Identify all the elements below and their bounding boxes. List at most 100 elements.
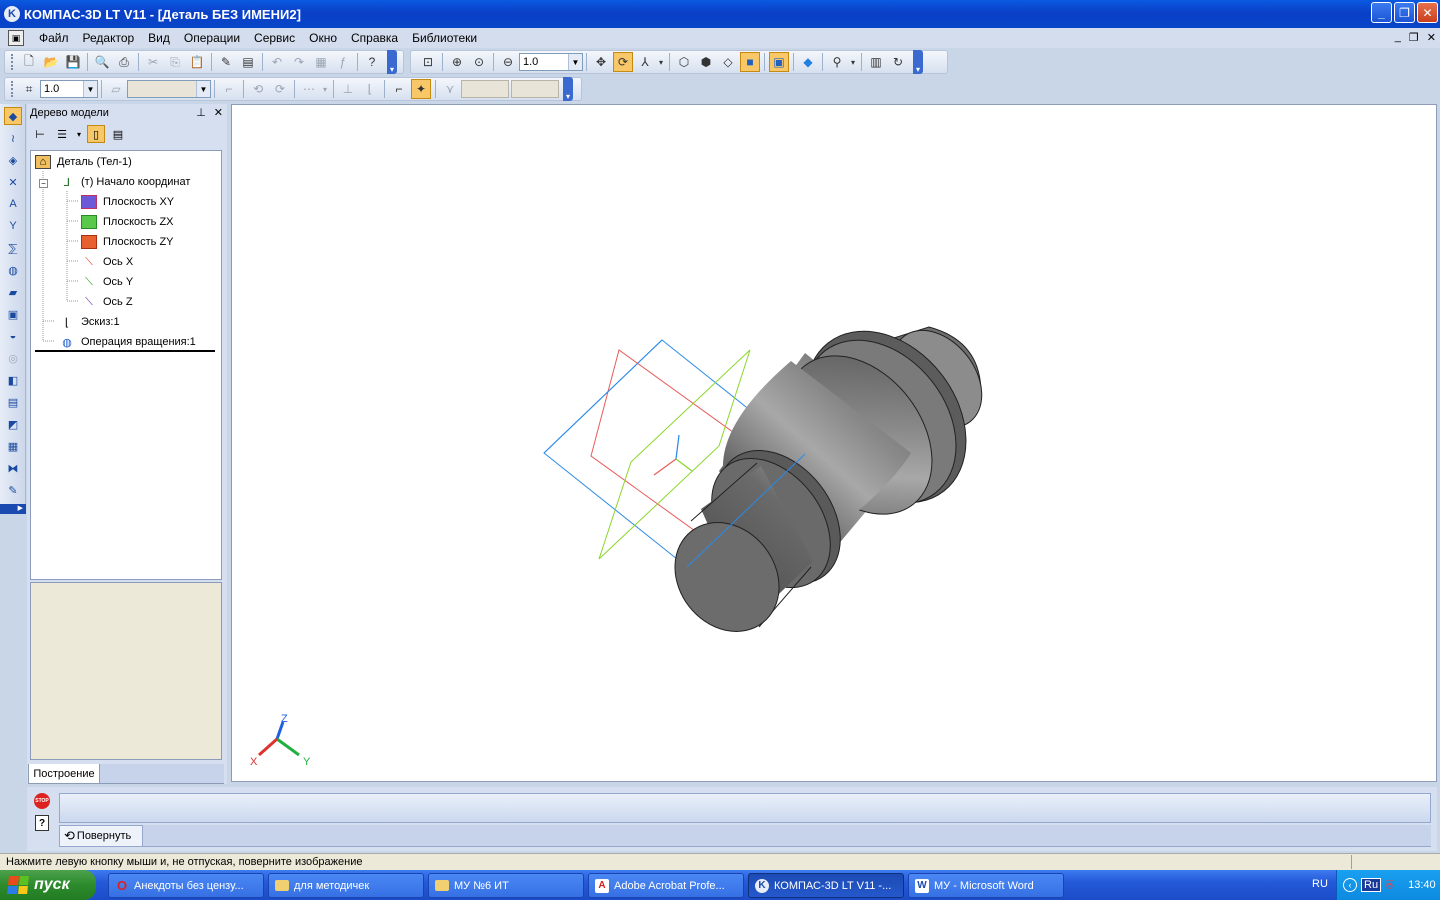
section-tool-icon[interactable]: ◩ (4, 415, 22, 433)
shaded-icon[interactable]: ■ (740, 52, 760, 72)
auxiliary-geometry-icon[interactable]: ✕ (4, 173, 22, 191)
mdi-close-icon[interactable]: ✕ (1427, 31, 1436, 44)
chevron-down-icon[interactable]: ▼ (83, 81, 97, 97)
model-canvas[interactable]: Z Y X (232, 105, 1438, 783)
menu-service[interactable]: Сервис (247, 31, 302, 45)
tree-item-axis-x[interactable]: ⟍ Ось X (81, 253, 133, 271)
scale-combo[interactable]: 1.0 ▼ (40, 80, 98, 98)
chamfer-tool-icon[interactable]: ◧ (4, 371, 22, 389)
menu-editor[interactable]: Редактор (76, 31, 142, 45)
menu-help[interactable]: Справка (344, 31, 405, 45)
grid-snap-icon[interactable]: ⌗ (19, 79, 39, 99)
variables-icon[interactable]: ƒ (333, 52, 353, 72)
rotate-icon[interactable]: ⟳ (613, 52, 633, 72)
tree-item-origin[interactable]: ⅃ (т) Начало координат (59, 173, 190, 191)
redo-icon[interactable]: ↷ (289, 52, 309, 72)
ortho-mode-icon[interactable]: ⌐ (389, 79, 409, 99)
toolbar-options-icon[interactable]: ▾ (563, 77, 573, 101)
zoom-combo[interactable]: 1.0 ▼ (519, 53, 583, 71)
print-preview-icon[interactable]: 🔍 (92, 52, 112, 72)
context-help-icon[interactable]: ? (362, 52, 382, 72)
cut-icon[interactable]: ✂ (143, 52, 163, 72)
kompas-app-icon[interactable]: K (4, 6, 20, 22)
grid-dropdown-icon[interactable]: ▾ (321, 79, 329, 99)
tree-details-icon[interactable]: ▤ (109, 125, 127, 143)
layer-icon[interactable]: ▱ (106, 79, 126, 99)
toolbar-grip[interactable] (11, 81, 14, 97)
paste-icon[interactable]: 📋 (187, 52, 207, 72)
copy-icon[interactable]: ⎘ (165, 52, 185, 72)
zoom-in-icon[interactable]: ⊕ (447, 52, 467, 72)
coordinates-icon[interactable]: ⋎ (440, 79, 460, 99)
library-manager-icon[interactable]: ▦ (311, 52, 331, 72)
tree-order-icon[interactable]: ☰ (53, 125, 71, 143)
tree-item-plane-xy[interactable]: Плоскость XY (81, 193, 174, 211)
zoom-window-icon[interactable]: ⊡ (418, 52, 438, 72)
zoom-fit-icon[interactable]: ⊖ (498, 52, 518, 72)
hidden-lines-icon[interactable]: ⬢ (696, 52, 716, 72)
editing-details-icon[interactable]: ◆ (4, 107, 22, 125)
chevron-down-icon[interactable]: ▼ (568, 54, 582, 70)
mdi-restore-icon[interactable]: ❐ (1409, 31, 1419, 44)
new-file-icon[interactable]: 🗋 (19, 52, 39, 72)
filters-icon[interactable]: Y (4, 217, 22, 235)
zoom-scale-icon[interactable]: ⊙ (469, 52, 489, 72)
wireframe-icon[interactable]: ⬡ (674, 52, 694, 72)
pan-icon[interactable]: ✥ (591, 52, 611, 72)
measurements-icon[interactable]: A (4, 195, 22, 213)
perspective-icon[interactable]: ◆ (798, 52, 818, 72)
properties-icon[interactable]: ✎ (216, 52, 236, 72)
revolve-tool-icon[interactable]: ◍ (4, 261, 22, 279)
task-word[interactable]: W МУ - Microsoft Word (908, 873, 1064, 898)
tree-item-axis-y[interactable]: ⟍ Ось Y (81, 273, 133, 291)
tab-rotate[interactable]: ⟲ Повернуть (59, 825, 143, 847)
surfaces-icon[interactable]: ◈ (4, 151, 22, 169)
tab-construction[interactable]: Построение (28, 764, 100, 784)
menu-file[interactable]: Файл (32, 31, 76, 45)
antivirus-icon[interactable]: ⛨ (1385, 878, 1394, 893)
extrude-tool-icon[interactable]: ▰ (4, 283, 22, 301)
shaded-edges-icon[interactable]: ▣ (769, 52, 789, 72)
menu-operations[interactable]: Операции (177, 31, 247, 45)
loft-tool-icon[interactable]: ◒ (4, 327, 22, 345)
revolved-body[interactable] (653, 300, 1000, 652)
stop-command-icon[interactable]: STOP (34, 793, 50, 809)
pin-icon[interactable]: ⊥ (196, 106, 206, 119)
tree-item-plane-zx[interactable]: Плоскость ZX (81, 213, 174, 231)
filter-dropdown-icon[interactable]: ▾ (849, 52, 857, 72)
menu-libraries[interactable]: Библиотеки (405, 31, 484, 45)
shell-tool-icon[interactable]: ▣ (4, 305, 22, 323)
save-icon[interactable]: 💾 (63, 52, 83, 72)
panel-expand-icon[interactable]: ▶ (0, 504, 26, 514)
tree-item-plane-zy[interactable]: Плоскость ZY (81, 233, 174, 251)
array-tool-icon[interactable]: ▦ (4, 437, 22, 455)
tree-item-part[interactable]: ⌂ Деталь (Тел-1) (35, 153, 132, 171)
refresh-icon[interactable]: ↻ (888, 52, 908, 72)
spatial-curves-icon[interactable]: ≀ (4, 129, 22, 147)
undo-icon[interactable]: ↶ (267, 52, 287, 72)
help-icon[interactable]: ? (35, 815, 49, 831)
tree-sheet-icon[interactable]: ▯ (87, 125, 105, 143)
toolbar-options-icon[interactable]: ▾ (387, 50, 397, 74)
rebuild-icon[interactable]: ▥ (866, 52, 886, 72)
mirror-tool-icon[interactable]: ⧓ (4, 459, 22, 477)
param-mode-icon[interactable]: ⟲ (248, 79, 268, 99)
restore-button[interactable]: ❐ (1394, 2, 1415, 23)
toolbar-grip[interactable] (11, 54, 14, 70)
hidden-thin-icon[interactable]: ◇ (718, 52, 738, 72)
minimize-button[interactable]: _ (1371, 2, 1392, 23)
snap-icon[interactable]: ✦ (411, 79, 431, 99)
tree-collapse-toggle[interactable]: − (39, 179, 48, 188)
print-icon[interactable]: ⎙ (114, 52, 134, 72)
tree-item-sketch[interactable]: ⌊ Эскиз:1 (59, 313, 120, 331)
chevron-down-icon[interactable]: ▼ (196, 81, 210, 97)
coord-y-field[interactable] (511, 80, 559, 98)
close-button[interactable]: ✕ (1417, 2, 1438, 23)
manager-icon[interactable]: ▤ (238, 52, 258, 72)
sketch-mode-icon[interactable]: ⌐ (219, 79, 239, 99)
tree-order-dropdown-icon[interactable]: ▾ (75, 125, 83, 143)
close-icon[interactable]: ✕ (214, 106, 223, 119)
task-acrobat[interactable]: A Adobe Acrobat Profe... (588, 873, 744, 898)
edit-sketch-tool-icon[interactable]: ✎ (4, 481, 22, 499)
start-button[interactable]: пуск (0, 870, 96, 900)
